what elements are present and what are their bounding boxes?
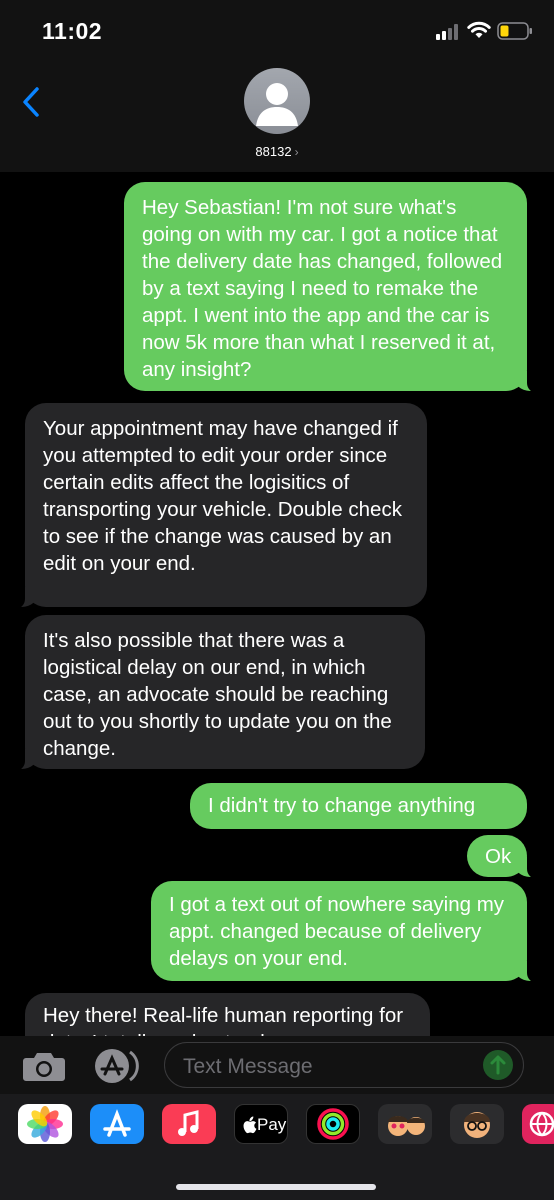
apple-pay-label: Pay <box>257 1115 287 1134</box>
person-silhouette-icon <box>256 83 298 126</box>
memoji-icon[interactable] <box>450 1104 504 1144</box>
activity-icon[interactable] <box>306 1104 360 1144</box>
status-time: 11:02 <box>42 18 103 44</box>
message-text: I got a text out of nowhere saying my ap… <box>169 893 505 970</box>
message-bubble-outgoing[interactable]: Ok <box>467 835 553 879</box>
wifi-icon <box>467 21 491 38</box>
contact-name-row[interactable]: 88132 › <box>0 144 554 159</box>
message-text: I didn't try to change anything <box>208 794 476 817</box>
message-text: Ok <box>485 845 512 868</box>
message-input-placeholder: Text Message <box>183 1055 313 1078</box>
message-bubble-incoming[interactable]: Your appointment may have changed if you… <box>0 403 427 609</box>
status-bar: 11:02 <box>0 0 554 62</box>
message-input-bar: Text Message <box>0 1036 554 1094</box>
back-chevron-icon[interactable] <box>20 86 42 118</box>
photos-icon[interactable] <box>18 1104 72 1144</box>
app-store-icon[interactable] <box>90 1104 144 1144</box>
message-text: Your appointment may have changed if you… <box>43 417 402 575</box>
contact-name: 88132 <box>255 144 292 159</box>
message-input-field[interactable]: Text Message <box>164 1042 524 1088</box>
message-text: Hey Sebastian! I'm not sure what's going… <box>142 196 503 381</box>
conversation-header: 11:02 88132 › <box>0 0 554 172</box>
send-button[interactable] <box>483 1050 513 1080</box>
camera-icon[interactable] <box>22 1052 66 1082</box>
message-thread[interactable]: Hey Sebastian! I'm not sure what's going… <box>0 172 554 1036</box>
cellular-signal-icon <box>436 24 458 40</box>
home-indicator[interactable] <box>176 1184 376 1190</box>
music-icon[interactable] <box>162 1104 216 1144</box>
message-bubble-outgoing[interactable]: Hey Sebastian! I'm not sure what's going… <box>124 182 553 393</box>
message-bubble-incoming[interactable]: Hey there! Real-life human reporting for… <box>25 993 430 1036</box>
contact-avatar[interactable] <box>244 68 310 134</box>
message-bubble-outgoing[interactable]: I got a text out of nowhere saying my ap… <box>151 881 553 983</box>
app-store-apps-icon[interactable] <box>94 1048 142 1084</box>
message-text: It's also possible that there was a logi… <box>43 629 392 760</box>
message-bubble-incoming[interactable]: It's also possible that there was a logi… <box>0 615 425 771</box>
apple-logo-icon <box>243 1116 257 1134</box>
battery-icon <box>497 22 532 40</box>
message-bubble-outgoing[interactable]: I didn't try to change anything <box>190 783 527 829</box>
web-icon[interactable] <box>522 1104 554 1144</box>
chevron-right-icon: › <box>294 145 299 159</box>
message-text: Hey there! Real-life human reporting for… <box>43 1004 404 1036</box>
apple-pay-icon[interactable]: Pay <box>234 1104 288 1144</box>
arrow-up-icon <box>490 1055 506 1075</box>
memoji-stickers-icon[interactable] <box>378 1104 432 1144</box>
